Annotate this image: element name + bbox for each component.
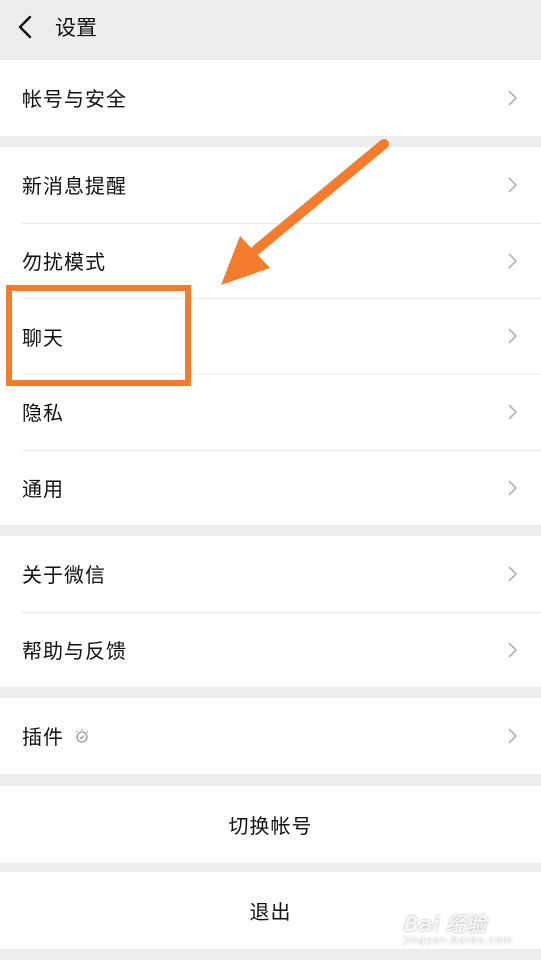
- chevron-right-icon: [508, 566, 517, 582]
- settings-item-label: 插件: [22, 725, 64, 750]
- chevron-right-icon: [508, 641, 517, 658]
- chevron-right-icon: [508, 328, 517, 344]
- back-button[interactable]: [10, 12, 40, 42]
- watermark-sub: jingyan.baidu.com: [403, 935, 513, 946]
- settings-item-help-feedback[interactable]: 帮助与反馈: [0, 611, 541, 688]
- settings-group-plugins: 插件: [0, 698, 541, 774]
- switch-account-button[interactable]: 切换帐号: [0, 786, 541, 863]
- settings-item-label: 隐私: [22, 401, 64, 426]
- chevron-right-icon: [508, 177, 517, 193]
- settings-group-account: 帐号与安全: [0, 60, 541, 136]
- page-title: 设置: [55, 16, 97, 40]
- settings-group-about: 关于微信 帮助与反馈: [0, 536, 541, 688]
- chevron-right-icon: [508, 404, 517, 420]
- watermark: Bai 经验 jingyan.baidu.com: [404, 914, 513, 946]
- settings-item-label: 关于微信: [22, 563, 106, 588]
- settings-group-general: 新消息提醒 勿扰模式 聊天 隐私 通用: [0, 147, 541, 526]
- settings-item-plugins[interactable]: 插件: [0, 698, 541, 774]
- settings-item-do-not-disturb[interactable]: 勿扰模式: [0, 222, 541, 299]
- settings-item-label: 新消息提醒: [22, 174, 127, 199]
- settings-item-about-wechat[interactable]: 关于微信: [0, 536, 541, 612]
- settings-item-label: 通用: [22, 477, 64, 502]
- chevron-right-icon: [508, 90, 517, 106]
- chevron-right-icon: [508, 728, 517, 744]
- settings-item-label: 勿扰模式: [22, 250, 106, 275]
- bulb-icon: [75, 728, 89, 743]
- settings-item-new-message-notify[interactable]: 新消息提醒: [0, 147, 541, 223]
- chevron-right-icon: [508, 480, 517, 496]
- settings-item-account-security[interactable]: 帐号与安全: [0, 60, 541, 136]
- chevron-left-icon: [18, 15, 32, 39]
- settings-item-label: 聊天: [22, 325, 64, 350]
- chevron-right-icon: [508, 252, 517, 269]
- settings-item-label: 帐号与安全: [22, 87, 127, 112]
- settings-item-label: 帮助与反馈: [22, 639, 127, 664]
- settings-item-privacy[interactable]: 隐私: [0, 374, 541, 450]
- watermark-main: Bai 经验: [403, 912, 487, 936]
- settings-item-general[interactable]: 通用: [0, 449, 541, 526]
- nav-header: 设置: [0, 0, 541, 56]
- settings-item-chat[interactable]: 聊天: [0, 298, 541, 374]
